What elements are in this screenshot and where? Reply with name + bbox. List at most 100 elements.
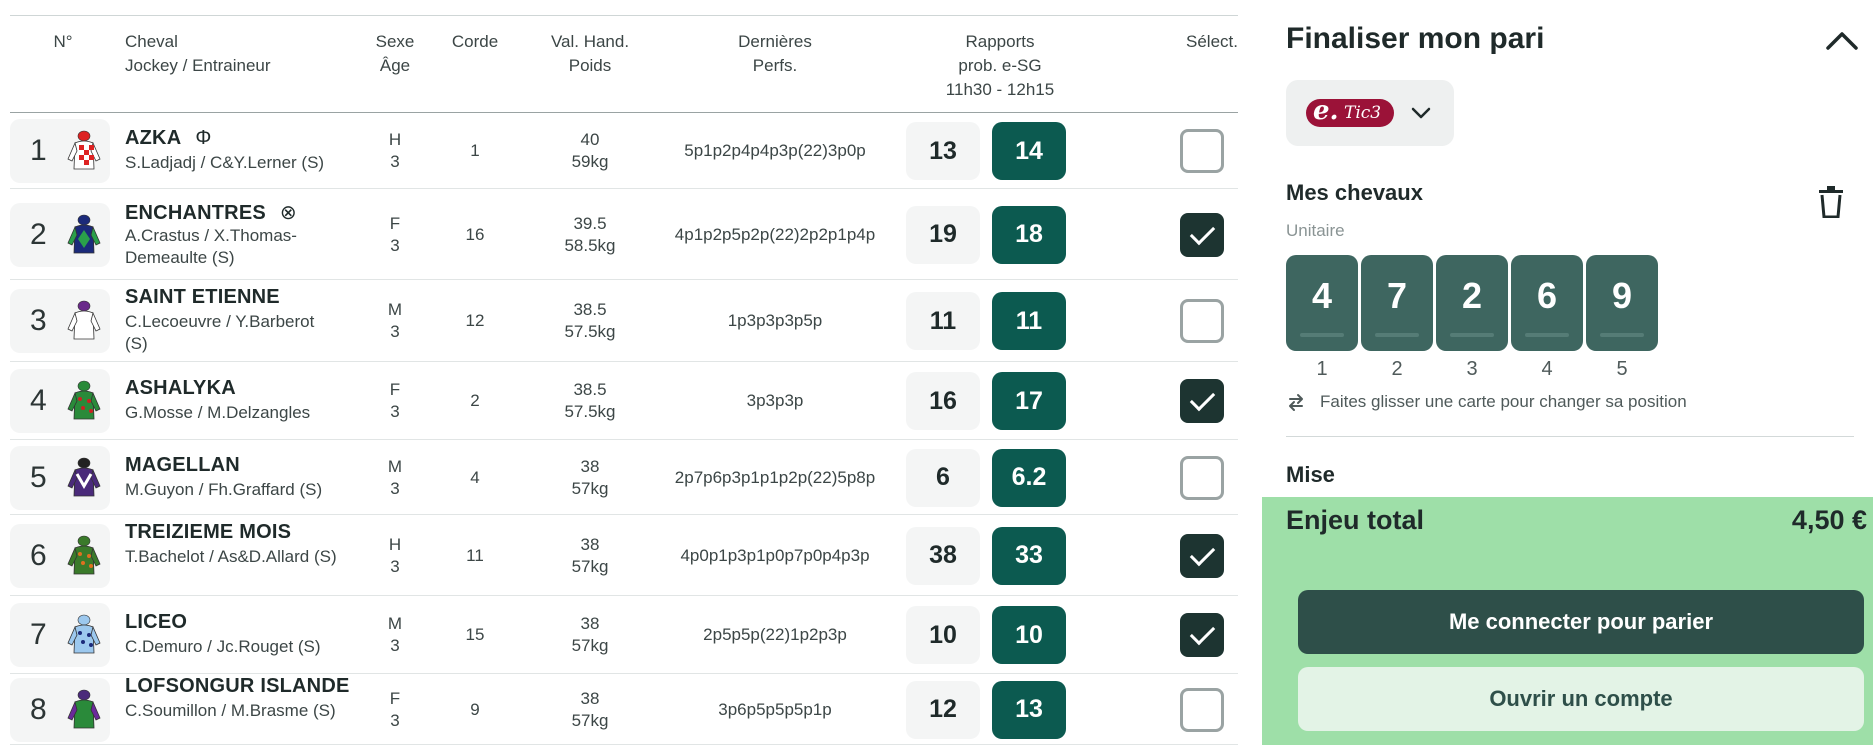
horse-card[interactable]: 2	[1436, 255, 1508, 351]
esg-odds-button[interactable]: 18	[992, 205, 1066, 264]
sex-value: F	[389, 380, 401, 399]
horse-equipment-icon: Φ	[195, 127, 212, 149]
jockey-trainer: C.Lecoeuvre / Y.Barberot (S)	[125, 312, 315, 353]
runner-number-box: 5	[10, 445, 110, 510]
sex-age-cell: F3	[370, 688, 420, 732]
esg-odds-button[interactable]: 33	[992, 526, 1066, 585]
drag-handle	[1600, 333, 1644, 337]
esg-odds-button[interactable]: 14	[992, 122, 1066, 180]
weight-value: 57kg	[571, 636, 609, 655]
sex-age-cell: H3	[370, 534, 420, 578]
chevron-down-icon	[1411, 107, 1431, 119]
horse-card-number: 2	[1461, 275, 1483, 316]
bet-type-selector[interactable]: e. Tic3	[1286, 80, 1454, 146]
table-row: 7 LICEO C.Demuro / Jc.Rouget (S) M 3 15 38 57k…	[10, 596, 1238, 674]
probable-odds: 11	[906, 292, 980, 350]
runner-number: 1	[30, 134, 47, 167]
horse-name[interactable]: SAINT ETIENNE	[125, 286, 280, 309]
handicap-value: 38.5	[573, 380, 607, 399]
runner-number-box: 3	[10, 289, 110, 353]
sex-value: H	[388, 130, 402, 149]
header-handicap-value: Val. Hand.	[550, 32, 630, 51]
select-checkbox[interactable]	[1180, 212, 1224, 257]
select-checkbox[interactable]	[1180, 129, 1224, 173]
horse-name-text[interactable]: ASHALYKA	[125, 377, 236, 399]
horse-card[interactable]: 6	[1511, 255, 1583, 351]
drag-handle	[1450, 333, 1494, 337]
select-checkbox[interactable]	[1180, 687, 1224, 732]
header-odds: Rapports prob. e-SG 11h30 - 12h15	[900, 30, 1100, 102]
horse-card[interactable]: 9	[1586, 255, 1658, 351]
horse-name[interactable]: LOFSONGUR ISLANDE	[125, 675, 350, 698]
horse-card-number: 6	[1536, 275, 1558, 316]
handicap-weight-cell: 40 59kg	[540, 129, 640, 173]
drag-handle	[1300, 333, 1344, 337]
age-value: 3	[390, 322, 400, 341]
handicap-weight-cell: 38.5 57.5kg	[540, 299, 640, 343]
sex-age-cell: M3	[370, 456, 420, 500]
horse-name-text[interactable]: MAGELLAN	[125, 454, 240, 476]
handicap-weight-cell: 38 57kg	[540, 456, 640, 500]
header-number: N°	[53, 32, 73, 51]
horse-name[interactable]: LICEO	[125, 611, 187, 634]
last-performances: 1p3p3p3p5p	[727, 311, 823, 330]
select-checkbox[interactable]	[1180, 533, 1224, 578]
sex-value: H	[388, 534, 402, 554]
login-to-bet-button[interactable]: Me connecter pour parier	[1298, 590, 1864, 654]
handicap-value: 38.5	[573, 300, 607, 319]
esg-odds-button[interactable]: 10	[992, 606, 1066, 664]
runner-number: 2	[30, 217, 47, 251]
esg-odds-button[interactable]: 13	[992, 680, 1066, 739]
horse-name-text[interactable]: LICEO	[125, 611, 187, 633]
weight-value: 57kg	[571, 556, 609, 576]
trash-icon[interactable]	[1817, 186, 1845, 218]
horse-name[interactable]: ASHALYKA	[125, 377, 236, 400]
horse-name[interactable]: ENCHANTRES ⊗	[125, 200, 297, 225]
horse-name[interactable]: AZKA Φ	[125, 127, 212, 150]
open-account-button[interactable]: Ouvrir un compte	[1298, 667, 1864, 731]
probable-odds: 12	[906, 680, 980, 739]
horse-name-text[interactable]: AZKA	[125, 127, 181, 149]
horse-name-text[interactable]: LOFSONGUR ISLANDE	[125, 675, 350, 697]
total-stake-value: 4,50 €	[1791, 505, 1867, 535]
horse-name-text[interactable]: SAINT ETIENNE	[125, 286, 280, 308]
sex-age-cell: F3	[370, 379, 420, 423]
draw-value: 16	[465, 224, 485, 244]
age-value: 3	[390, 402, 400, 421]
runner-number-box: 8	[10, 677, 110, 742]
total-stake-label: Enjeu total	[1286, 505, 1425, 535]
header-handicap: Val. Hand. Poids	[525, 30, 655, 78]
header-weight: Poids	[568, 56, 612, 75]
runner-number: 7	[30, 618, 47, 651]
draw-value: 15	[465, 625, 485, 644]
horse-card[interactable]: 7	[1361, 255, 1433, 351]
last-performances: 2p7p6p3p1p1p2p(22)5p8p	[674, 467, 876, 487]
bet-slip-panel: Finaliser mon pari e. Tic3 Mes chevaux U…	[1262, 0, 1873, 745]
sex-age-cell: H3	[370, 129, 420, 173]
header-age: Âge	[379, 56, 411, 75]
horse-card[interactable]: 4	[1286, 255, 1358, 351]
esg-odds-button[interactable]: 17	[992, 372, 1066, 430]
horse-name[interactable]: TREIZIEME MOIS	[125, 521, 291, 544]
esg-odds-button[interactable]: 6.2	[992, 448, 1066, 507]
horse-name[interactable]: MAGELLAN	[125, 454, 240, 477]
esg-odds-button[interactable]: 11	[992, 292, 1066, 350]
runner-number-box: 2	[10, 202, 110, 267]
age-value: 3	[390, 152, 400, 171]
handicap-weight-cell: 38.5 57.5kg	[540, 379, 640, 423]
select-checkbox[interactable]	[1180, 379, 1224, 423]
runner-number-box: 7	[10, 603, 110, 667]
age-value: 3	[390, 710, 400, 730]
select-checkbox[interactable]	[1180, 455, 1224, 500]
jockey-silk-icon	[65, 379, 103, 423]
select-checkbox[interactable]	[1180, 613, 1224, 657]
horse-name-text[interactable]: ENCHANTRES	[125, 202, 266, 224]
horse-name-text[interactable]: TREIZIEME MOIS	[125, 521, 291, 543]
select-checkbox[interactable]	[1180, 299, 1224, 343]
sex-value: F	[389, 688, 401, 708]
handicap-value: 38	[580, 456, 600, 476]
table-row: 3 SAINT ETIENNE C.Lecoeuvre / Y.Barberot …	[10, 280, 1238, 362]
jockey-trainer: M.Guyon / Fh.Graffard (S)	[125, 479, 323, 499]
chevron-up-icon[interactable]	[1824, 22, 1860, 58]
runner-number: 5	[30, 460, 47, 494]
